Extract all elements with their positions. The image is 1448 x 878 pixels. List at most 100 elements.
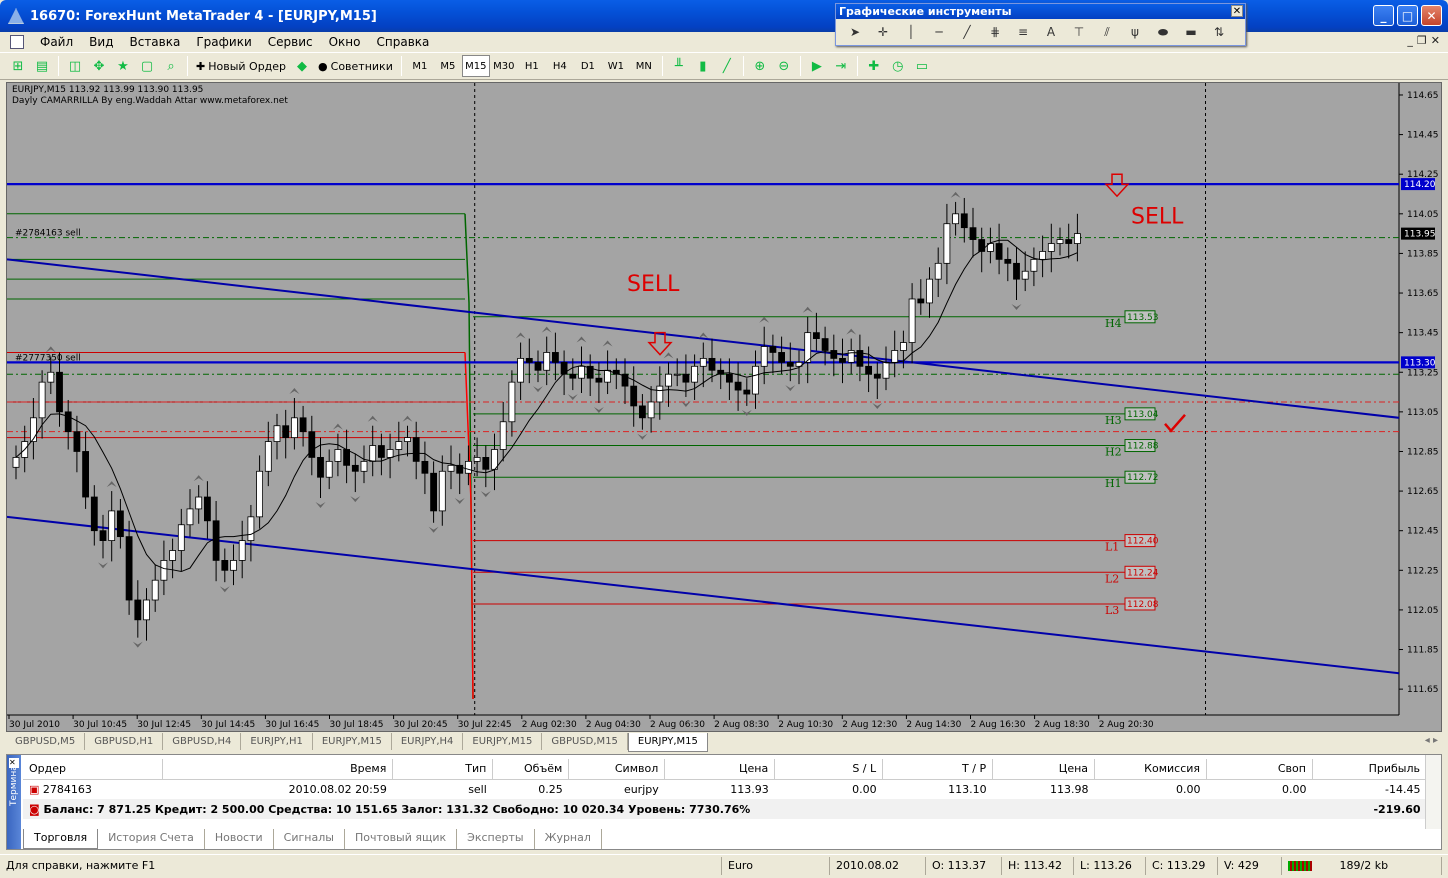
- chart-tab-eurjpy-h1[interactable]: EURJPY,H1: [241, 733, 313, 750]
- horizontal-line-icon[interactable]: ─: [926, 21, 952, 43]
- chart-tab-gbpusd-h1[interactable]: GBPUSD,H1: [85, 733, 164, 750]
- mdi-restore-icon[interactable]: ❐: [1417, 34, 1427, 47]
- timeframe-h1[interactable]: H1: [518, 55, 546, 77]
- arrows-icon[interactable]: ⇅: [1206, 21, 1232, 43]
- timeframe-m30[interactable]: M30: [490, 55, 518, 77]
- timeframe-mn[interactable]: MN: [630, 55, 658, 77]
- tab-journal[interactable]: Журнал: [535, 829, 602, 849]
- fibo-fan-icon[interactable]: ⫽: [1094, 21, 1120, 43]
- chart-tab-eurjpy-m15-a[interactable]: EURJPY,M15: [313, 733, 392, 750]
- channel-icon[interactable]: ≡: [1010, 21, 1036, 43]
- price-chart[interactable]: 114.65 114.45 114.25 114.05 113.85 113.65 113.…: [6, 82, 1442, 732]
- document-icon[interactable]: [10, 35, 24, 49]
- navigator-icon[interactable]: ✥: [87, 55, 111, 77]
- chart-tab-eurjpy-h4[interactable]: EURJPY,H4: [392, 733, 464, 750]
- timeframe-m5[interactable]: M5: [434, 55, 462, 77]
- col-price[interactable]: Цена: [664, 759, 776, 780]
- sell-arrow-icon: [647, 331, 673, 356]
- minimize-button[interactable]: _: [1373, 5, 1394, 26]
- profiles-icon[interactable]: ▤: [30, 55, 54, 77]
- menu-tools[interactable]: Сервис: [260, 35, 321, 49]
- col-type[interactable]: Тип: [392, 759, 494, 780]
- rectangle-icon[interactable]: ▬: [1178, 21, 1204, 43]
- col-order[interactable]: Ордер: [23, 759, 164, 780]
- chart-tab-eurjpy-m15-b[interactable]: EURJPY,M15: [463, 733, 543, 750]
- order-volume: 0.25: [538, 782, 563, 796]
- text-icon[interactable]: A: [1038, 21, 1064, 43]
- tab-account-history[interactable]: История Счета: [98, 829, 205, 849]
- menu-insert[interactable]: Вставка: [121, 35, 188, 49]
- graphic-tools-title[interactable]: Графические инструменты ✕: [836, 4, 1245, 19]
- menu-file[interactable]: Файл: [32, 35, 81, 49]
- indicators-icon[interactable]: ✚: [862, 55, 886, 77]
- periods-icon[interactable]: ◷: [886, 55, 910, 77]
- vertical-line-icon[interactable]: │: [898, 21, 924, 43]
- mdi-close-icon[interactable]: ✕: [1431, 34, 1440, 47]
- timeframe-m15[interactable]: M15: [461, 55, 490, 77]
- graphic-tools-panel[interactable]: Графические инструменты ✕ ➤ ✛ │ ─ ╱ ⋕ ≡ …: [835, 3, 1246, 46]
- metaeditor-icon[interactable]: ◆: [290, 55, 314, 77]
- menu-window[interactable]: Окно: [321, 35, 369, 49]
- new-order-button[interactable]: ✚ Новый Ордер: [192, 55, 290, 77]
- experts-button[interactable]: ● Советники: [314, 55, 397, 77]
- col-sl[interactable]: S / L: [774, 759, 884, 780]
- menu-help[interactable]: Справка: [369, 35, 438, 49]
- candle-chart-icon[interactable]: ▮: [691, 55, 715, 77]
- pitchfork-icon[interactable]: ψ: [1122, 21, 1148, 43]
- trendline-icon[interactable]: ╱: [954, 21, 980, 43]
- new-chart-icon[interactable]: ⊞: [6, 55, 30, 77]
- zoom-out-icon[interactable]: ⊖: [772, 55, 796, 77]
- candle-body: [525, 357, 533, 363]
- tab-signals[interactable]: Сигналы: [274, 829, 345, 849]
- market-watch-icon[interactable]: ◫: [63, 55, 87, 77]
- tab-trade[interactable]: Торговля: [23, 829, 99, 849]
- fibo-icon[interactable]: ⋕: [982, 21, 1008, 43]
- terminal-icon[interactable]: ▢: [135, 55, 159, 77]
- mdi-minimize-icon[interactable]: _: [1407, 34, 1413, 47]
- col-commission[interactable]: Комиссия: [1094, 759, 1208, 780]
- timeframe-m1[interactable]: M1: [406, 55, 434, 77]
- timeframe-d1[interactable]: D1: [574, 55, 602, 77]
- menu-view[interactable]: Вид: [81, 35, 121, 49]
- ellipse-icon[interactable]: ⬬: [1150, 21, 1176, 43]
- chart-tab-gbpusd-m15[interactable]: GBPUSD,M15: [542, 733, 628, 750]
- maximize-button[interactable]: □: [1397, 5, 1418, 26]
- chart-tab-eurjpy-m15-active[interactable]: EURJPY,M15: [627, 733, 708, 752]
- tab-mailbox[interactable]: Почтовый ящик: [345, 829, 458, 849]
- col-profit[interactable]: Прибыль: [1312, 759, 1428, 780]
- menu-charts[interactable]: Графики: [188, 35, 259, 49]
- fractal-down-icon: [637, 433, 648, 440]
- tab-scroll-arrows-icon[interactable]: ◂ ▸: [1425, 735, 1438, 746]
- chart-tab-gbpusd-m5[interactable]: GBPUSD,M5: [6, 733, 86, 750]
- graphic-tools-close-icon[interactable]: ✕: [1231, 5, 1243, 17]
- col-volume[interactable]: Объём: [492, 759, 570, 780]
- zoom-in-icon[interactable]: ⊕: [748, 55, 772, 77]
- candle-body: [482, 457, 490, 470]
- line-chart-icon[interactable]: ╱: [715, 55, 739, 77]
- crosshair-icon[interactable]: ✛: [870, 21, 896, 43]
- col-current-price[interactable]: Цена: [992, 759, 1096, 780]
- terminal-scrollbar[interactable]: [1425, 755, 1441, 829]
- col-swap[interactable]: Своп: [1206, 759, 1313, 780]
- chart-shift-icon[interactable]: ⇥: [829, 55, 853, 77]
- chart-canvas[interactable]: 114.65114.45114.25114.05113.85113.65113.…: [7, 83, 1441, 731]
- label-icon[interactable]: ⊤: [1066, 21, 1092, 43]
- tab-experts[interactable]: Эксперты: [457, 829, 535, 849]
- tab-news[interactable]: Новости: [205, 829, 274, 849]
- timeframe-w1[interactable]: W1: [602, 55, 630, 77]
- col-symbol[interactable]: Символ: [568, 759, 666, 780]
- favorites-icon[interactable]: ★: [111, 55, 135, 77]
- autoscroll-icon[interactable]: ▶: [805, 55, 829, 77]
- tester-icon[interactable]: ⌕: [159, 55, 183, 77]
- terminal-close-icon[interactable]: ✕: [9, 758, 19, 768]
- table-row[interactable]: ▣ 2784163 2010.08.02 20:59 sell 0.25 eur…: [23, 779, 1427, 799]
- timeframe-h4[interactable]: H4: [546, 55, 574, 77]
- bar-chart-icon[interactable]: ╨: [667, 55, 691, 77]
- close-button[interactable]: ✕: [1421, 5, 1442, 26]
- col-time[interactable]: Время: [162, 759, 394, 780]
- chart-tab-gbpusd-h4[interactable]: GBPUSD,H4: [163, 733, 242, 750]
- col-tp[interactable]: T / P: [882, 759, 994, 780]
- templates-icon[interactable]: ▭: [910, 55, 934, 77]
- candle-body: [752, 365, 759, 395]
- cursor-icon[interactable]: ➤: [842, 21, 868, 43]
